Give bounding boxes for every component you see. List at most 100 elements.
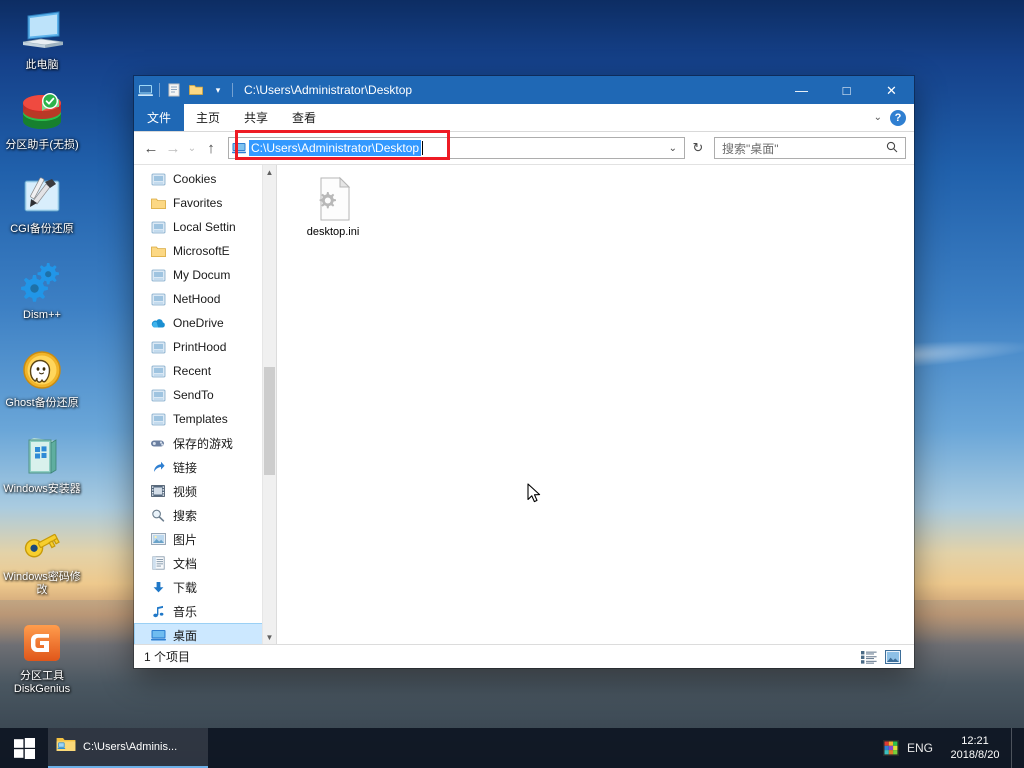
large-icons-view-icon[interactable] <box>884 648 902 666</box>
taskbar-item-explorer[interactable]: C:\Users\Adminis... <box>48 728 208 768</box>
show-desktop-button[interactable] <box>1011 728 1018 768</box>
music-icon <box>148 603 168 619</box>
nav-item-recent[interactable]: Recent <box>134 359 276 383</box>
scroll-up-arrow-icon[interactable]: ▲ <box>263 165 276 179</box>
nav-item-label: NetHood <box>173 292 220 306</box>
onedrive-icon <box>148 315 168 331</box>
tab-file[interactable]: 文件 <box>134 104 184 131</box>
nav-item-documents[interactable]: 文档 <box>134 551 276 575</box>
nav-item-label: OneDrive <box>173 316 224 330</box>
system-folder-icon <box>148 171 168 187</box>
nav-item-label: 音乐 <box>173 603 197 620</box>
nav-item-label: 搜索 <box>173 507 197 524</box>
maximize-button[interactable]: □ <box>824 76 869 104</box>
tab-share[interactable]: 共享 <box>232 104 280 131</box>
file-list-view[interactable]: desktop.ini <box>277 165 914 644</box>
desktop-icon-partition-assistant[interactable]: 分区助手(无损) <box>0 84 84 154</box>
scrollbar-thumb[interactable] <box>264 367 275 475</box>
desktop-icon-windows-password[interactable]: Windows密码修改 <box>0 516 84 599</box>
details-view-icon[interactable] <box>860 648 878 666</box>
desktop-icon <box>148 627 168 643</box>
nav-item-onedrive[interactable]: OneDrive <box>134 311 276 335</box>
tab-home[interactable]: 主页 <box>184 104 232 131</box>
nav-item-cookies[interactable]: Cookies <box>134 167 276 191</box>
navigation-pane-scrollbar[interactable]: ▲ ▼ <box>262 165 276 644</box>
desktop-icon-label: 分区工具 DiskGenius <box>2 670 82 696</box>
links-icon <box>148 459 168 475</box>
nav-item-label: 链接 <box>173 459 197 476</box>
help-icon[interactable]: ? <box>890 110 906 126</box>
close-button[interactable]: ✕ <box>869 76 914 104</box>
address-input[interactable]: C:\Users\Administrator\Desktop ⌄ <box>228 137 685 159</box>
minimize-button[interactable]: — <box>779 76 824 104</box>
nav-item-microsoft-e[interactable]: MicrosoftE <box>134 239 276 263</box>
partition-assistant-icon <box>18 88 66 136</box>
tray-language-indicator[interactable]: ENG <box>907 741 933 755</box>
clock-date: 2018/8/20 <box>945 748 1005 762</box>
desktop-icon-this-pc[interactable]: 此电脑 <box>0 4 84 74</box>
nav-item-saved-games[interactable]: 保存的游戏 <box>134 431 276 455</box>
scroll-down-arrow-icon[interactable]: ▼ <box>263 630 276 644</box>
nav-item-music[interactable]: 音乐 <box>134 599 276 623</box>
nav-item-nethood[interactable]: NetHood <box>134 287 276 311</box>
system-folder-icon <box>148 411 168 427</box>
forward-button[interactable]: → <box>162 136 184 160</box>
pictures-icon <box>148 531 168 547</box>
search-box[interactable]: 搜索"桌面" <box>714 137 906 159</box>
desktop-icon-windows-installer[interactable]: Windows安装器 <box>0 428 84 498</box>
recent-locations-button[interactable]: ⌄ <box>184 136 200 160</box>
nav-item-label: 图片 <box>173 531 197 548</box>
nav-item-printhood[interactable]: PrintHood <box>134 335 276 359</box>
start-button[interactable] <box>0 728 48 768</box>
clock-time: 12:21 <box>945 734 1005 748</box>
refresh-button[interactable]: ↻ <box>688 140 708 156</box>
search-input[interactable]: 搜索"桌面" <box>715 140 886 157</box>
tab-view[interactable]: 查看 <box>280 104 328 131</box>
file-explorer-window[interactable]: ▾ C:\Users\Administrator\Desktop — □ ✕ 文… <box>134 76 914 668</box>
title-bar[interactable]: ▾ C:\Users\Administrator\Desktop — □ ✕ <box>134 76 914 104</box>
navigation-pane[interactable]: Cookies Favorites Local Settin <box>134 165 276 644</box>
new-folder-icon[interactable] <box>185 80 207 100</box>
nav-item-desktop[interactable]: 桌面 <box>134 623 276 644</box>
scrollbar-track[interactable] <box>263 179 276 630</box>
desktop-icon-ghost-backup[interactable]: Ghost备份还原 <box>0 342 84 412</box>
clock[interactable]: 12:21 2018/8/20 <box>945 734 1011 762</box>
qat-separator-2 <box>232 83 233 97</box>
desktop-icon-cgi-backup[interactable]: CGI备份还原 <box>0 168 84 238</box>
nav-item-pictures[interactable]: 图片 <box>134 527 276 551</box>
nav-item-videos[interactable]: 视频 <box>134 479 276 503</box>
view-toggle-group <box>860 648 908 666</box>
nav-item-downloads[interactable]: 下载 <box>134 575 276 599</box>
address-dropdown-chevron-icon[interactable]: ⌄ <box>662 143 684 154</box>
nav-item-sendto[interactable]: SendTo <box>134 383 276 407</box>
desktop-folder-icon <box>229 142 249 154</box>
nav-item-favorites[interactable]: Favorites <box>134 191 276 215</box>
desktop-icon-diskgenius[interactable]: 分区工具 DiskGenius <box>0 615 84 698</box>
nav-item-label: 下载 <box>173 579 197 596</box>
desktop-icon-dism[interactable]: Dism++ <box>0 254 84 324</box>
properties-icon[interactable] <box>163 80 185 100</box>
back-button[interactable]: ← <box>140 136 162 160</box>
address-input-value: C:\Users\Administrator\Desktop <box>249 140 421 156</box>
file-item-desktop-ini[interactable]: desktop.ini <box>287 171 379 243</box>
taskbar-item-label: C:\Users\Adminis... <box>83 741 177 753</box>
qat-separator <box>159 83 160 97</box>
nav-item-local-settings[interactable]: Local Settin <box>134 215 276 239</box>
ime-language-icon[interactable] <box>883 740 899 756</box>
nav-item-label: Local Settin <box>173 220 236 234</box>
up-button[interactable]: ↑ <box>200 136 222 160</box>
nav-item-label: 文档 <box>173 555 197 572</box>
nav-item-searches[interactable]: 搜索 <box>134 503 276 527</box>
nav-item-my-documents[interactable]: My Docum <box>134 263 276 287</box>
system-folder-icon <box>148 363 168 379</box>
taskbar[interactable]: C:\Users\Adminis... ENG 12 <box>0 728 1024 768</box>
dism-gears-icon <box>18 258 66 306</box>
customize-qat-chevron-icon[interactable]: ▾ <box>207 80 229 100</box>
desktop[interactable]: 此电脑 分区助手(无损) <box>0 0 1024 768</box>
desktop-icon-label: Windows密码修改 <box>2 571 82 597</box>
diskgenius-icon <box>18 619 66 667</box>
nav-item-links[interactable]: 链接 <box>134 455 276 479</box>
expand-ribbon-chevron-icon[interactable]: ⌄ <box>874 112 882 123</box>
nav-item-label: 视频 <box>173 483 197 500</box>
nav-item-templates[interactable]: Templates <box>134 407 276 431</box>
